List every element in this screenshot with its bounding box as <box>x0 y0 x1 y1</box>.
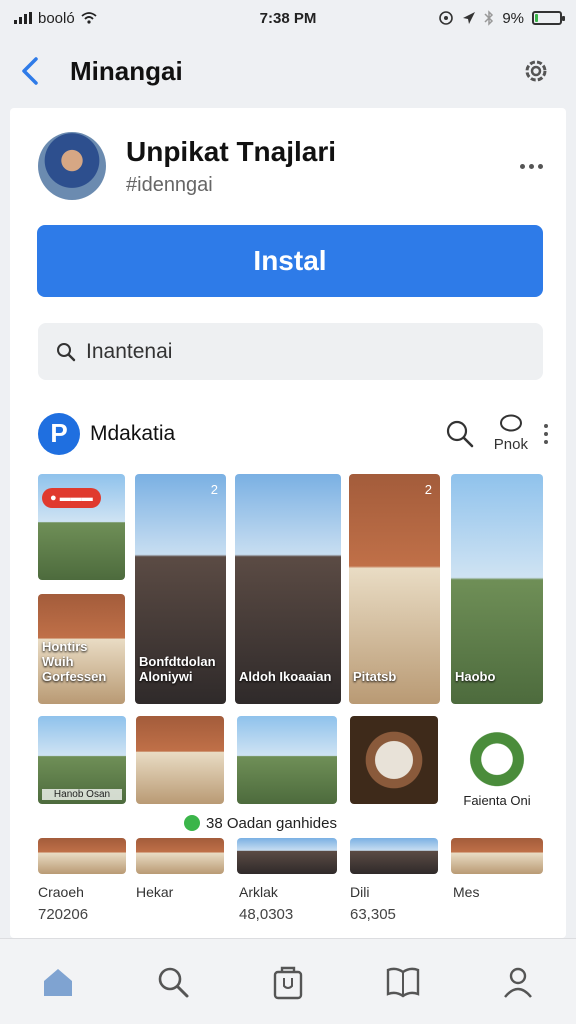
tile-caption: Bonfdtdolan Aloniywi <box>139 654 216 684</box>
battery-percent: 9% <box>502 9 524 27</box>
search-input[interactable]: Inantenai <box>86 340 172 364</box>
tab-profile[interactable] <box>488 952 548 1012</box>
stat-cell[interactable]: Dili 63,305 <box>350 884 454 936</box>
gallery-count-label: 38 Oadan ganhides <box>184 812 337 834</box>
profile-row: Unpikat Tnajlari #idenngai <box>38 130 546 202</box>
stat-count: 63,305 <box>350 906 396 923</box>
photo-tile[interactable]: 2 Pitatsb <box>349 474 440 704</box>
tab-search[interactable] <box>143 952 203 1012</box>
section-title: Mdakatia <box>90 421 176 445</box>
tab-shop[interactable] <box>258 952 318 1012</box>
tile-caption: Haobo <box>455 669 496 684</box>
photo-tile[interactable]: Hontirs Wuih Gorfessen <box>38 594 125 704</box>
brand-logo: P <box>38 412 80 455</box>
photo-tile[interactable]: ● ▬▬▬ <box>38 474 125 580</box>
stat-cell[interactable]: Mes <box>453 884 557 936</box>
photo-tile[interactable]: Hanob Osan <box>38 716 126 804</box>
search-icon <box>57 342 76 361</box>
nav-header: Minangai <box>0 36 576 106</box>
tab-library[interactable] <box>373 952 433 1012</box>
stat-name: Craoeh <box>38 884 84 900</box>
clock: 7:38 PM <box>259 9 317 27</box>
search-field[interactable]: Inantenai <box>38 323 543 380</box>
settings-button[interactable] <box>516 51 556 91</box>
gear-icon <box>525 60 547 82</box>
tile-caption: Faienta Oni <box>463 793 531 808</box>
section-header: P Mdakatia Pnok <box>38 406 548 461</box>
tile-caption: Hanob Osan <box>42 789 122 800</box>
photo-tile[interactable] <box>136 716 224 804</box>
section-action-label: Pnok <box>493 436 528 453</box>
stat-name: Hekar <box>136 884 174 900</box>
stat-cell[interactable]: Arklak 48,0303 <box>239 884 343 936</box>
home-icon <box>43 968 72 996</box>
status-bar: booló 7:38 PM 9% <box>0 0 576 36</box>
photo-tile[interactable] <box>136 838 224 874</box>
search-icon <box>158 967 189 997</box>
avatar[interactable] <box>38 132 106 200</box>
section-more-button[interactable] <box>544 423 548 444</box>
stat-cell[interactable]: Hekar <box>136 884 240 936</box>
install-button[interactable]: Instal <box>37 225 543 297</box>
stat-name: Mes <box>453 884 480 900</box>
photo-tile[interactable] <box>350 838 438 874</box>
tab-home[interactable] <box>28 952 88 1012</box>
photo-tile[interactable] <box>237 838 337 874</box>
photo-tile[interactable]: Aldoh Ikoaaian <box>235 474 341 704</box>
tile-caption: Pitatsb <box>353 669 397 684</box>
signal-icon <box>14 12 32 24</box>
app-card: Unpikat Tnajlari #idenngai Instal Inante… <box>10 108 566 938</box>
section-search-button[interactable] <box>444 418 476 450</box>
photo-tile[interactable]: Faienta Oni <box>451 716 543 812</box>
stat-cell[interactable]: Craoeh 720206 <box>38 884 142 936</box>
stat-count: 720206 <box>38 906 89 923</box>
tile-caption: Aldoh Ikoaaian <box>239 669 332 684</box>
profile-name: Unpikat Tnajlari <box>126 135 337 167</box>
back-button[interactable] <box>20 51 60 91</box>
tile-badge: 2 <box>210 482 218 497</box>
stat-name: Dili <box>350 884 370 900</box>
chevron-left-icon <box>22 57 38 85</box>
photo-tile[interactable] <box>38 838 126 874</box>
tile-badge: 2 <box>424 482 432 497</box>
stat-count: 48,0303 <box>239 906 294 923</box>
section-action-button[interactable]: Pnok <box>494 414 528 453</box>
live-badge: ● ▬▬▬ <box>42 488 101 508</box>
search-icon <box>446 420 474 447</box>
stat-name: Arklak <box>239 884 278 900</box>
photo-tile[interactable] <box>350 716 438 804</box>
bag-icon <box>273 966 303 999</box>
photo-tile[interactable] <box>237 716 337 804</box>
book-icon <box>386 967 420 997</box>
more-options-button[interactable] <box>516 163 546 169</box>
battery-icon <box>532 11 565 25</box>
chat-bubble-icon <box>499 414 522 432</box>
tile-caption: Hontirs Wuih Gorfessen <box>42 639 107 684</box>
carrier-label: booló <box>38 9 75 27</box>
location-icon <box>439 11 454 25</box>
bluetooth-icon <box>484 10 494 26</box>
photo-tile[interactable]: 2 Bonfdtdolan Aloniywi <box>135 474 226 704</box>
profile-handle: #idenngai <box>126 173 213 196</box>
photo-tile[interactable]: Haobo <box>451 474 543 704</box>
status-dot-icon <box>184 815 200 831</box>
photo-tile[interactable] <box>451 838 543 874</box>
gallery-count-text: 38 Oadan ganhides <box>206 814 337 832</box>
profile-icon <box>504 967 533 998</box>
navigation-arrow-icon <box>463 12 476 24</box>
tab-bar <box>0 938 576 1024</box>
page-title: Minangai <box>70 55 183 86</box>
wifi-icon <box>81 12 97 24</box>
